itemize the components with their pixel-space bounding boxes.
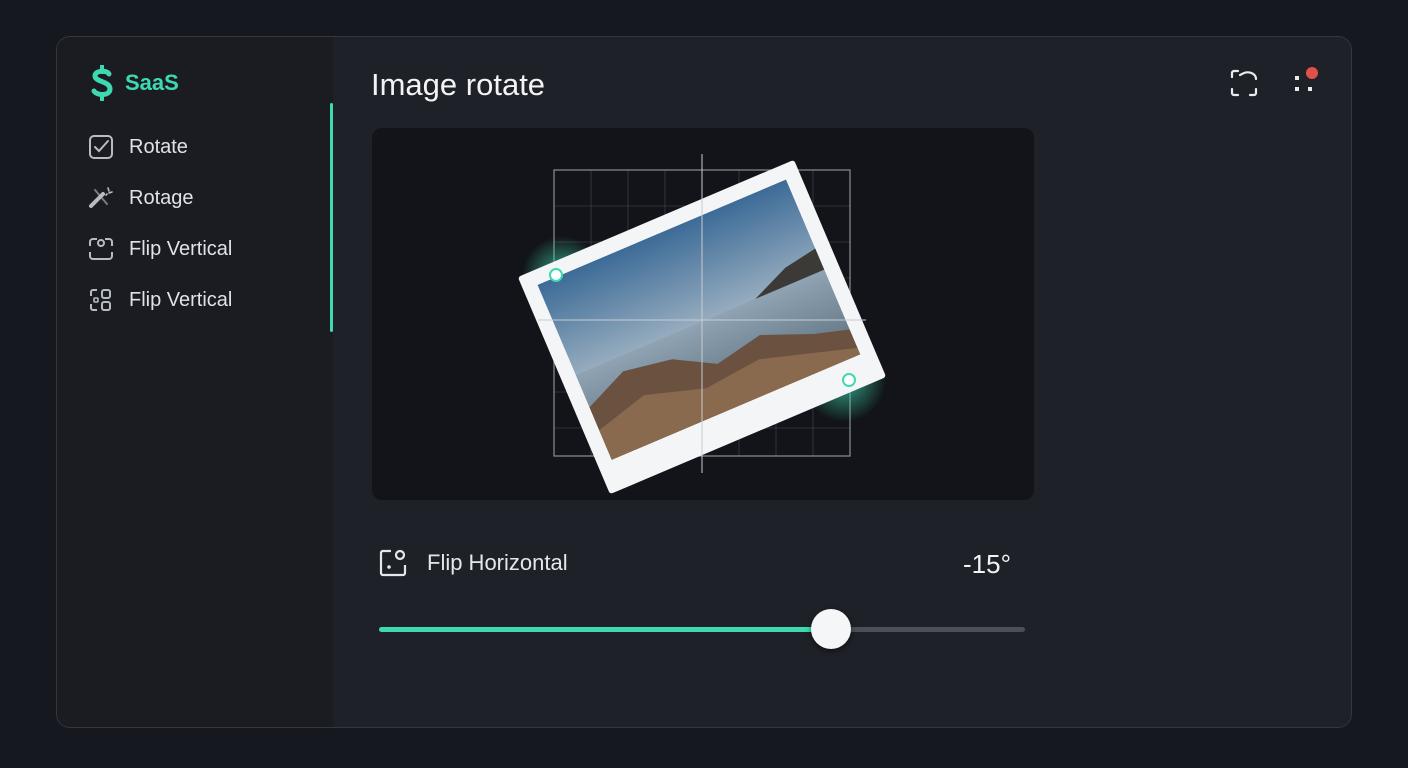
image-canvas[interactable] [372,128,1034,500]
flip-vertical-icon [89,238,113,260]
crop-corners-icon[interactable] [1228,67,1260,99]
control-label: Flip Horizontal [427,550,568,575]
logo-text: SaaS [125,70,179,95]
main-panel: Image rotate Flip Horizontal -15° [333,37,1351,727]
sidebar-item-flip-vertical-2[interactable]: Flip Vertical [87,283,232,317]
notification-dot [1306,67,1318,79]
rotate-handle-bottom-right [842,373,856,387]
sidebar-item-label: Flip Vertical [129,288,233,311]
grid-flip-icon [90,289,111,311]
app-window: SaaS Rotate Rotage Flip Vertical Flip Ve… [56,36,1352,728]
sidebar-item-rotate[interactable]: Rotate [87,130,188,164]
slider-fill [379,627,832,632]
dollar-s-icon [91,65,113,101]
slider-thumb[interactable] [811,609,852,649]
rotation-value: -15° [963,549,1011,579]
wand-icon [89,187,113,208]
rotate-handle-top-left [549,268,563,282]
logo[interactable]: SaaS [87,65,179,101]
rotation-slider[interactable] [379,607,1025,651]
sidebar: SaaS Rotate Rotage Flip Vertical Flip Ve… [57,37,333,727]
sidebar-item-label: Flip Vertical [129,237,233,260]
sidebar-item-flip-vertical[interactable]: Flip Vertical [87,232,232,266]
checkbox-icon [89,135,113,159]
page-title: Image rotate [371,67,546,102]
more-dots-icon[interactable] [1290,67,1322,99]
sidebar-item-label: Rotate [129,135,188,158]
flip-horizontal-control: Flip Horizontal -15° [377,545,1027,585]
sidebar-item-rotage[interactable]: Rotage [87,181,194,215]
sidebar-item-label: Rotage [129,186,194,209]
flip-horizontal-icon[interactable] [377,547,409,579]
